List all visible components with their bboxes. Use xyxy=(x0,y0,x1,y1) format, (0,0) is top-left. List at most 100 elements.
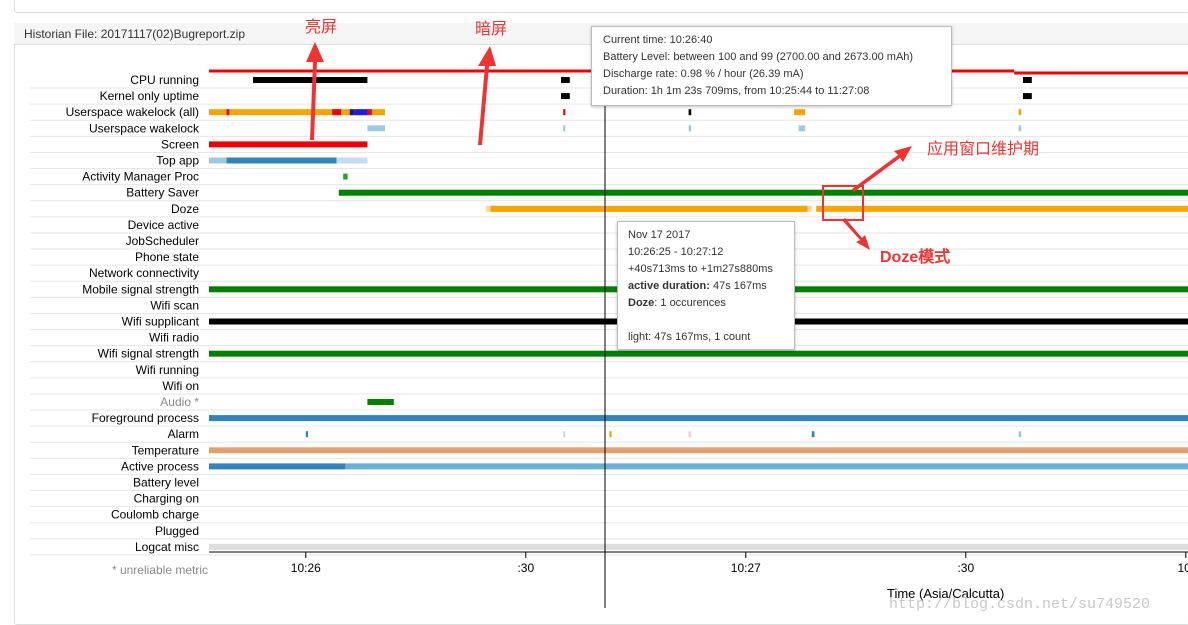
row-segment xyxy=(688,109,692,116)
arrow-screen-on-icon xyxy=(306,42,324,140)
row-label: Plugged xyxy=(155,524,199,538)
tooltip-duration: Duration: 1h 1m 23s 709ms, from 10:25:44… xyxy=(603,85,870,97)
row-segment xyxy=(367,109,372,116)
row-label: Battery Saver xyxy=(126,186,199,200)
row-segment xyxy=(490,205,808,212)
row-segment xyxy=(209,157,227,164)
x-tick-label: 10:26 xyxy=(291,561,321,575)
row-label: Screen xyxy=(161,137,199,151)
row-label: Audio * xyxy=(160,395,199,409)
row-segment xyxy=(345,463,1188,470)
active-duration-value: 47s 167ms xyxy=(709,280,767,292)
active-duration-label: active duration: xyxy=(628,280,710,292)
row-label: Wifi radio xyxy=(149,331,199,345)
doze-tooltip-date: Nov 17 2017 xyxy=(628,229,691,241)
annotation-maintenance-window: 应用窗口维护期 xyxy=(927,139,1040,158)
row-segment xyxy=(794,109,806,116)
row-segment xyxy=(349,109,355,116)
row-label: Charging on xyxy=(134,492,199,506)
x-tick-label: 10:27 xyxy=(731,561,761,575)
x-tick-label: 10: xyxy=(1177,561,1188,575)
row-label: Activity Manager Proc xyxy=(82,170,199,184)
annotation-screen-off: 暗屏 xyxy=(475,19,508,38)
doze-tooltip-separator xyxy=(628,312,794,329)
row-label: Active process xyxy=(121,459,199,473)
doze-count-value: : 1 occurences xyxy=(654,297,726,309)
doze-tooltip-light: light: 47s 167ms, 1 count xyxy=(628,331,751,343)
doze-tooltip-count: Doze: 1 occurences xyxy=(628,295,794,312)
row-segment xyxy=(332,109,341,116)
row-segment xyxy=(226,157,337,164)
row-segment xyxy=(338,189,1188,196)
row-segment xyxy=(1018,125,1022,132)
row-segment xyxy=(367,399,394,405)
row-label: Kernel only uptime xyxy=(100,89,200,103)
row-segment xyxy=(209,415,1188,422)
row-segment xyxy=(811,431,815,438)
row-segment xyxy=(209,447,1188,454)
row-label: Network connectivity xyxy=(89,266,199,280)
row-label: Temperature xyxy=(132,443,200,457)
row-label: Coulomb charge xyxy=(111,508,199,522)
row-segment xyxy=(209,350,1188,357)
row-label: Battery level xyxy=(133,476,199,490)
x-tick-label: :30 xyxy=(517,561,534,575)
x-tick-label: :30 xyxy=(957,561,974,575)
annotation-doze-mode: Doze模式 xyxy=(880,249,951,266)
tooltip-current-time: Current time: 10:26:40 xyxy=(603,34,713,46)
row-segment xyxy=(336,157,368,164)
row-segment xyxy=(609,431,612,438)
row-label: Wifi signal strength xyxy=(98,347,199,361)
row-label: Phone state xyxy=(135,250,199,264)
row-segment xyxy=(209,543,1188,550)
row-segment xyxy=(226,109,230,116)
row-segment xyxy=(305,431,308,438)
unreliable-metric-note: * unreliable metric xyxy=(112,563,208,577)
row-segment xyxy=(367,125,385,132)
row-segment xyxy=(563,431,566,438)
row-segment xyxy=(798,125,806,132)
row-label: Logcat misc xyxy=(135,540,199,554)
row-segment xyxy=(354,109,368,116)
row-label: Userspace wakelock (all) xyxy=(66,105,199,119)
row-segment xyxy=(1023,77,1032,83)
battery-tooltip: Current time: 10:26:40 Battery Level: be… xyxy=(591,26,952,106)
row-label: Wifi scan xyxy=(150,298,199,312)
arrow-doze-icon xyxy=(842,218,870,250)
row-label: Foreground process xyxy=(92,411,199,425)
tooltip-battery-level: Battery Level: between 100 and 99 (2700.… xyxy=(603,51,914,63)
row-segment xyxy=(563,109,566,116)
arrow-screen-off-icon xyxy=(478,46,496,145)
row-segment xyxy=(1018,431,1022,438)
row-segment xyxy=(688,125,692,132)
row-label: JobScheduler xyxy=(126,234,199,248)
annotation-screen-on: 亮屏 xyxy=(305,17,338,36)
row-segment xyxy=(561,77,570,83)
row-label: Device active xyxy=(128,218,200,232)
watermark: http://blog.csdn.net/su749520 xyxy=(889,596,1151,613)
doze-tooltip-range: 10:26:25 - 10:27:12 xyxy=(628,246,724,258)
row-segment xyxy=(1023,93,1032,100)
row-segment xyxy=(1018,109,1022,116)
row-segment xyxy=(209,463,346,470)
doze-tooltip-active: active duration: 47s 167ms xyxy=(628,278,794,295)
row-label: Mobile signal strength xyxy=(82,282,199,296)
row-segment xyxy=(561,93,570,100)
doze-tooltip: Nov 17 2017 10:26:25 - 10:27:12 +40s713m… xyxy=(617,221,795,350)
row-label: Alarm xyxy=(168,427,199,441)
tooltip-discharge-rate: Discharge rate: 0.98 % / hour (26.39 mA) xyxy=(603,68,804,80)
row-segment xyxy=(563,125,566,132)
doze-tooltip-offsets: +40s713ms to +1m27s880ms xyxy=(628,263,773,275)
row-segment xyxy=(816,205,1188,212)
row-label: Doze xyxy=(171,202,199,216)
row-segment xyxy=(209,141,368,148)
row-segment xyxy=(343,173,348,180)
row-segment xyxy=(253,77,368,83)
row-label: Wifi on xyxy=(162,379,199,393)
row-label: Userspace wakelock xyxy=(89,121,200,135)
row-segment xyxy=(688,431,692,438)
row-label: Wifi supplicant xyxy=(122,315,200,329)
row-label: CPU running xyxy=(130,73,199,87)
row-label: Wifi running xyxy=(136,363,199,377)
row-label: Top app xyxy=(156,154,199,168)
